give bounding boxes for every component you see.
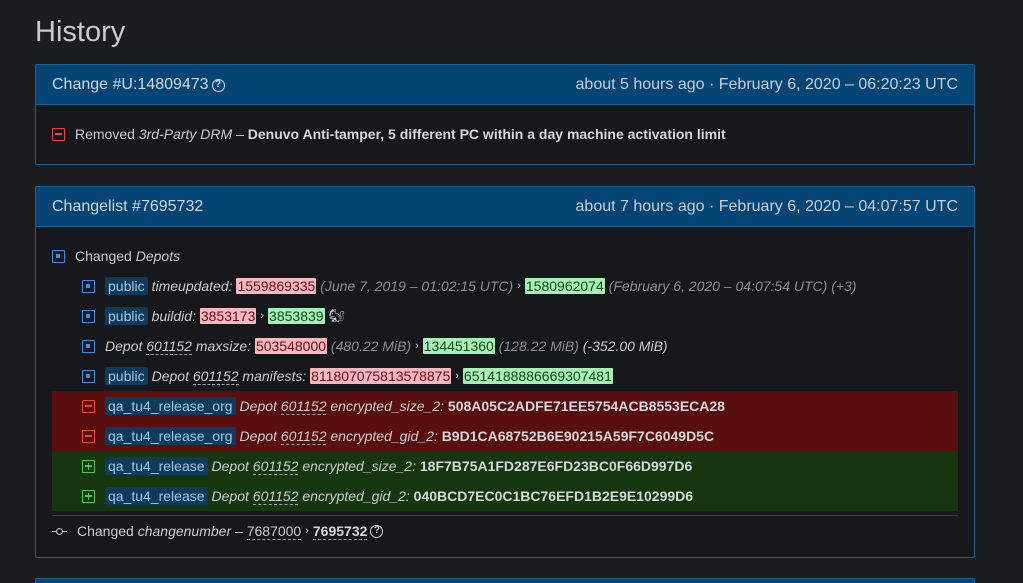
change-card: Change #U:14809473? about 5 hours ago · … xyxy=(35,64,975,165)
changed-icon xyxy=(52,249,65,263)
removed-icon xyxy=(82,399,95,413)
depot-link[interactable]: 601152 xyxy=(252,488,299,505)
depot-link[interactable]: 601152 xyxy=(280,428,327,445)
squirrel-icon[interactable]: 🐿 xyxy=(329,308,346,324)
old-value: 503548000 xyxy=(254,338,328,354)
removed-icon xyxy=(52,127,65,141)
branch-tag: public xyxy=(105,277,148,295)
key-label: manifests: xyxy=(242,368,307,384)
new-value: 3853839 xyxy=(268,308,325,324)
key-label: encrypted_size_2: xyxy=(330,398,445,414)
action-label: Removed xyxy=(75,126,135,142)
added-encrypted-gid-row: qa_tu4_release Depot 601152 encrypted_gi… xyxy=(52,481,958,511)
changelist-title[interactable]: Changelist #7695732 xyxy=(52,198,203,216)
action-label: Changed xyxy=(77,523,134,539)
changed-depots-row: Changed Depots xyxy=(52,241,958,271)
key-label: encrypted_gid_2: xyxy=(302,488,410,504)
old-value: 1559869335 xyxy=(236,278,317,294)
key-label: timeupdated: xyxy=(151,278,233,294)
new-value: 6514188886669307481 xyxy=(462,368,613,384)
arrow-icon: › xyxy=(260,310,265,322)
removed-encrypted-gid-row: qa_tu4_release_org Depot 601152 encrypte… xyxy=(52,421,958,451)
old-changenumber-link[interactable]: 7687000 xyxy=(246,523,302,540)
old-note: (480.22 MiB) xyxy=(330,338,412,354)
depot-label: Depot xyxy=(239,398,277,414)
dash: – xyxy=(235,523,243,539)
arrow-icon: › xyxy=(455,370,459,382)
removed-value: B9D1CA68752B6E90215A59F7C6049D5C xyxy=(441,428,715,444)
old-value: 811807075813578875 xyxy=(310,368,452,384)
new-value: 1580962074 xyxy=(524,278,605,294)
changelist-card: Changelist #7695732 about 7 hours ago · … xyxy=(35,186,975,558)
depot-link[interactable]: 601152 xyxy=(252,458,299,475)
branch-tag: qa_tu4_release xyxy=(105,487,208,505)
depot-label: Depot xyxy=(105,338,143,354)
removed-drm-row: Removed 3rd-Party DRM – Denuvo Anti-tamp… xyxy=(52,119,958,149)
old-note: (June 7, 2019 – 01:02:15 UTC) xyxy=(320,278,514,294)
buildid-row: public buildid: 3853173 › 3853839 🐿 xyxy=(52,301,958,331)
category-label: 3rd-Party DRM xyxy=(138,126,233,142)
new-note: (February 6, 2020 – 04:07:54 UTC) (+3) xyxy=(608,278,857,294)
depot-label: Depot xyxy=(239,428,277,444)
depot-link[interactable]: 601152 xyxy=(280,398,327,415)
added-icon xyxy=(82,489,95,503)
manifests-row: public Depot 601152 manifests: 811807075… xyxy=(52,361,958,391)
branch-tag: public xyxy=(105,307,148,325)
removed-icon xyxy=(82,429,95,443)
key-label: encrypted_size_2: xyxy=(302,458,416,474)
removed-value: 508A05C2ADFE71EE5754ACB8553ECA28 xyxy=(447,398,725,414)
branch-tag: qa_tu4_release xyxy=(105,457,208,475)
changenumber-row: Changed changenumber – 7687000 › 7695732? xyxy=(52,516,958,546)
changelist-card-header: Changelist #7695732 about 7 hours ago · … xyxy=(36,187,974,227)
key-label: changenumber xyxy=(137,523,232,539)
changed-icon xyxy=(82,279,95,293)
commit-icon xyxy=(52,525,67,538)
changed-icon xyxy=(82,369,95,383)
branch-tag: public xyxy=(105,367,148,385)
key-label: buildid: xyxy=(151,308,196,324)
branch-tag: qa_tu4_release_org xyxy=(105,427,236,445)
new-changenumber-link[interactable]: 7695732 xyxy=(312,523,368,540)
changed-icon xyxy=(82,309,95,323)
added-value: 18F7B75A1FD287E6FD23BC0F66D997D6 xyxy=(419,458,693,474)
change-card-header: Change #U:14809473? about 5 hours ago · … xyxy=(36,65,974,105)
added-value: 040BCD7EC0C1BC76EFD1B2E9E10299D6 xyxy=(413,488,694,504)
new-note: (128.22 MiB) xyxy=(498,338,579,354)
next-card-edge xyxy=(35,578,975,583)
changed-icon xyxy=(82,339,95,353)
added-encrypted-size-row: qa_tu4_release Depot 601152 encrypted_si… xyxy=(52,451,958,481)
change-title-wrap: Change #U:14809473? xyxy=(52,76,225,94)
old-value: 3853173 xyxy=(199,308,257,324)
help-icon[interactable]: ? xyxy=(211,78,225,92)
page-title: History xyxy=(35,16,126,48)
removed-encrypted-size-row: qa_tu4_release_org Depot 601152 encrypte… xyxy=(52,391,958,421)
depot-link[interactable]: 601152 xyxy=(146,338,192,355)
depot-label: Depot xyxy=(211,488,249,504)
changelist-time: about 7 hours ago · February 6, 2020 – 0… xyxy=(575,197,958,215)
key-label: encrypted_gid_2: xyxy=(330,428,438,444)
depot-label: Depot xyxy=(211,458,249,474)
category-label: Depots xyxy=(135,248,181,264)
maxsize-row: Depot 601152 maxsize: 503548000 (480.22 … xyxy=(52,331,958,361)
change-time: about 5 hours ago · February 6, 2020 – 0… xyxy=(575,75,958,93)
delta-value: (-352.00 MiB) xyxy=(582,338,668,354)
depot-label: Depot xyxy=(151,368,189,384)
timeupdated-row: public timeupdated: 1559869335 (June 7, … xyxy=(52,271,958,301)
help-icon[interactable]: ? xyxy=(370,524,384,538)
depot-link[interactable]: 601152 xyxy=(192,368,239,385)
drm-value: Denuvo Anti-tamper, 5 different PC withi… xyxy=(247,126,726,142)
action-label: Changed xyxy=(75,248,132,264)
branch-tag: qa_tu4_release_org xyxy=(105,397,236,415)
arrow-icon: › xyxy=(305,525,309,537)
key-label: maxsize: xyxy=(195,338,252,354)
change-title[interactable]: Change #U:14809473 xyxy=(52,76,209,93)
arrow-icon: › xyxy=(415,340,419,352)
dash: – xyxy=(236,126,244,142)
added-icon xyxy=(82,459,95,473)
new-value: 134451360 xyxy=(422,338,495,354)
arrow-icon: › xyxy=(517,280,521,292)
